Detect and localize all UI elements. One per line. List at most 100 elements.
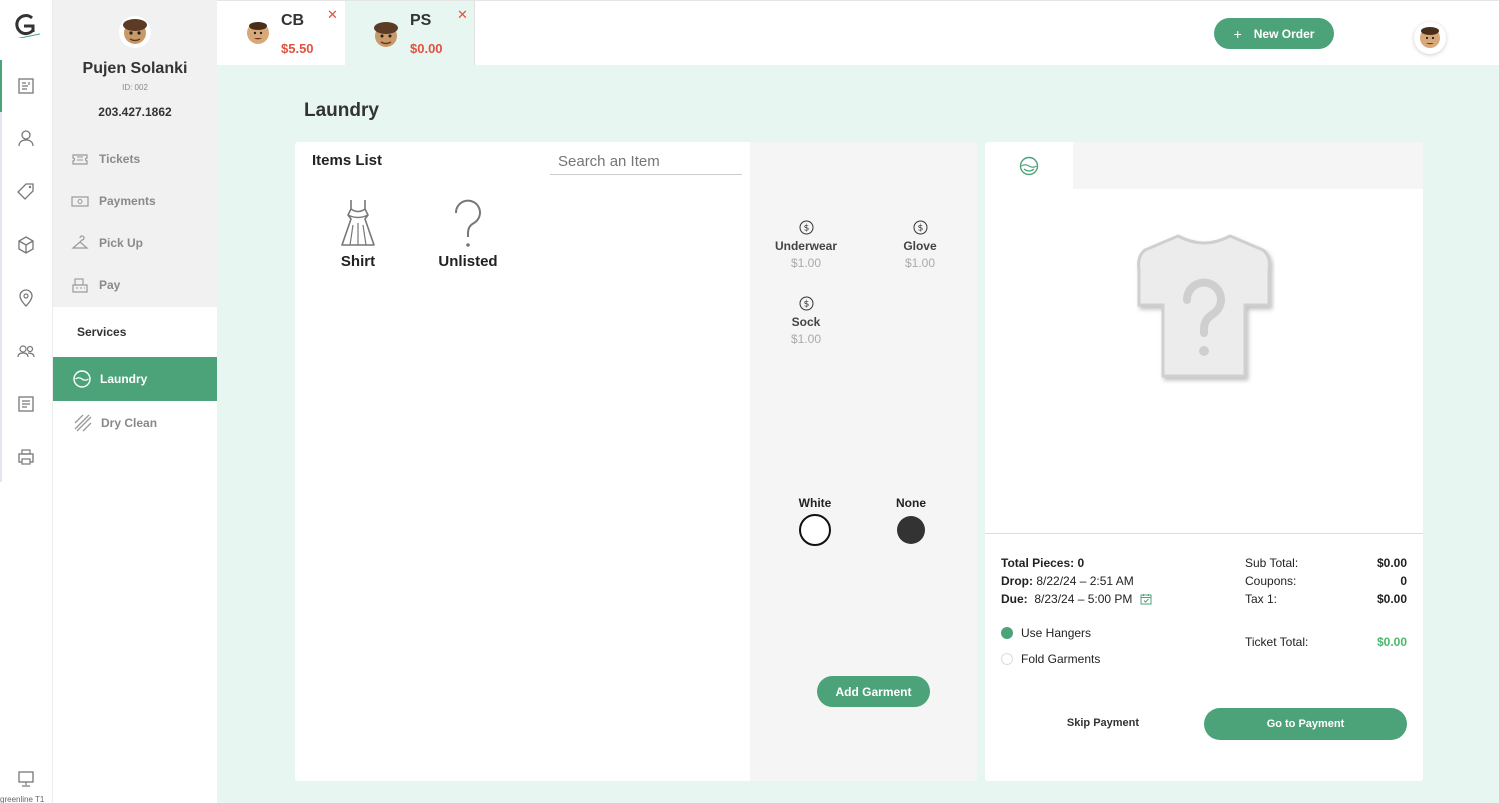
- laundry-icon: [73, 370, 91, 388]
- coupons-value: 0: [1400, 574, 1407, 588]
- monitor-icon[interactable]: [16, 769, 36, 789]
- svg-text:$: $: [917, 224, 923, 234]
- rail-active-indicator: [0, 60, 2, 112]
- main-area: Laundry Items List Shirt Unlisted $ Unde…: [217, 65, 1499, 803]
- dress-icon: [341, 200, 375, 246]
- customer-name: Pujen Solanki: [82, 60, 188, 77]
- ticket-total-label: Ticket Total:: [1245, 635, 1309, 649]
- box-nav-icon[interactable]: [16, 235, 36, 255]
- subitem-name: Sock: [791, 315, 821, 329]
- page-title: Laundry: [304, 100, 379, 121]
- ticket-tab-laundry[interactable]: [985, 142, 1073, 189]
- due-date[interactable]: Due: 8/23/24 – 5:00 PM: [1001, 592, 1152, 606]
- customer-nav-tickets[interactable]: Tickets: [71, 148, 140, 170]
- tab-amount: $5.50: [281, 41, 314, 56]
- subitem-underwear[interactable]: $ Underwear $1.00: [761, 220, 851, 270]
- customer-id: ID: 002: [122, 83, 148, 92]
- order-tab-cb[interactable]: CB $5.50 ✕: [217, 1, 345, 66]
- subitem-sock[interactable]: $ Sock $1.00: [761, 296, 851, 346]
- dry-clean-icon: [74, 414, 92, 432]
- add-garment-button[interactable]: Add Garment: [817, 676, 930, 707]
- service-laundry[interactable]: Laundry: [53, 357, 217, 401]
- services-title: Services: [77, 325, 127, 339]
- option-label: Fold Garments: [1021, 652, 1101, 666]
- search-item-input[interactable]: [550, 148, 742, 175]
- customer-avatar[interactable]: [119, 16, 151, 48]
- dollar-icon: $: [799, 296, 813, 311]
- question-icon: [454, 199, 481, 247]
- register-icon: [72, 278, 88, 293]
- customer-panel: Pujen Solanki ID: 002 203.427.1862 Ticke…: [53, 0, 217, 307]
- tab-close-icon[interactable]: ✕: [327, 7, 338, 23]
- laundry-icon: [1019, 156, 1039, 175]
- color-name: White: [798, 496, 832, 510]
- customer-nav-label: Tickets: [99, 152, 141, 166]
- color-option-none[interactable]: None: [881, 496, 941, 544]
- skip-payment-button[interactable]: Skip Payment: [1043, 708, 1163, 738]
- drop-date: Drop: 8/22/24 – 2:51 AM: [1001, 574, 1134, 588]
- app-logo-icon[interactable]: [10, 12, 40, 38]
- tab-avatar: [247, 22, 269, 44]
- printer-nav-icon[interactable]: [16, 447, 36, 467]
- tab-close-icon[interactable]: ✕: [457, 7, 468, 23]
- garment-shirt[interactable]: Shirt: [328, 197, 388, 270]
- subitem-price: $1.00: [790, 332, 822, 346]
- tickets-nav-icon[interactable]: [16, 76, 36, 96]
- customer-nav-payments[interactable]: Payments: [71, 190, 156, 212]
- customer-nav-pay[interactable]: Pay: [71, 274, 120, 296]
- calendar-icon[interactable]: [1140, 593, 1152, 605]
- color-name: None: [896, 496, 926, 510]
- subitem-glove[interactable]: $ Glove $1.00: [875, 220, 965, 270]
- color-swatch: [897, 516, 925, 544]
- team-nav-icon[interactable]: [16, 341, 36, 361]
- option-use-hangers[interactable]: Use Hangers: [1001, 626, 1091, 640]
- subitem-name: Underwear: [774, 239, 838, 253]
- radio-unselected: [1001, 653, 1013, 665]
- order-tab-ps[interactable]: PS $0.00 ✕: [345, 1, 475, 66]
- hanger-icon: [71, 235, 89, 249]
- services-panel: Services Laundry Dry Clean: [53, 307, 217, 803]
- customer-phone: 203.427.1862: [98, 105, 172, 119]
- color-option-white[interactable]: White: [785, 496, 845, 546]
- subitems-panel: $ Underwear $1.00 $ Glove $1.00 $ Sock $…: [750, 142, 977, 781]
- reports-nav-icon[interactable]: [16, 394, 36, 414]
- customer-nav-pickup[interactable]: Pick Up: [71, 232, 143, 254]
- customer-nav-label: Payments: [99, 194, 156, 208]
- dollar-icon: $: [913, 220, 927, 235]
- rail-track: [0, 60, 2, 482]
- items-list-title: Items List: [312, 152, 383, 169]
- customer-nav-icon[interactable]: [16, 128, 36, 148]
- items-card: Items List Shirt Unlisted $ Underwear $1…: [295, 142, 977, 781]
- plus-icon: +: [1233, 25, 1242, 42]
- svg-text:$: $: [803, 300, 809, 310]
- service-label: Dry Clean: [101, 416, 158, 430]
- cash-icon: [71, 196, 89, 207]
- unknown-garment-icon: [1137, 234, 1271, 378]
- tab-amount: $0.00: [410, 41, 443, 56]
- top-bar: CB $5.50 ✕ PS $0.00 ✕ + New Order: [217, 0, 1499, 66]
- tab-initials: PS: [410, 12, 432, 29]
- location-nav-icon[interactable]: [16, 288, 36, 308]
- tax-label: Tax 1:: [1245, 592, 1278, 606]
- tax-value: $0.00: [1376, 592, 1407, 606]
- option-fold-garments[interactable]: Fold Garments: [1001, 652, 1100, 666]
- radio-selected: [1001, 627, 1013, 639]
- coupons-label: Coupons:: [1245, 574, 1297, 588]
- service-dry-clean[interactable]: Dry Clean: [73, 413, 157, 433]
- ticket-total-value: $0.00: [1376, 635, 1407, 649]
- icon-rail: greenline T1: [0, 0, 53, 803]
- sub-total-value: $0.00: [1376, 556, 1407, 570]
- go-to-payment-button[interactable]: Go to Payment: [1204, 708, 1407, 740]
- color-swatch: [799, 514, 831, 546]
- ticket-divider: [985, 533, 1423, 534]
- garment-label: Unlisted: [438, 253, 498, 270]
- customer-nav-label: Pay: [99, 278, 121, 292]
- svg-text:$: $: [803, 224, 809, 234]
- sub-total-label: Sub Total:: [1245, 556, 1299, 570]
- tag-nav-icon[interactable]: [16, 181, 36, 201]
- user-avatar[interactable]: [1414, 22, 1446, 54]
- garment-unlisted[interactable]: Unlisted: [428, 197, 508, 270]
- new-order-button[interactable]: + New Order: [1214, 18, 1334, 49]
- subitem-name: Glove: [903, 239, 937, 253]
- new-order-label: New Order: [1253, 26, 1315, 41]
